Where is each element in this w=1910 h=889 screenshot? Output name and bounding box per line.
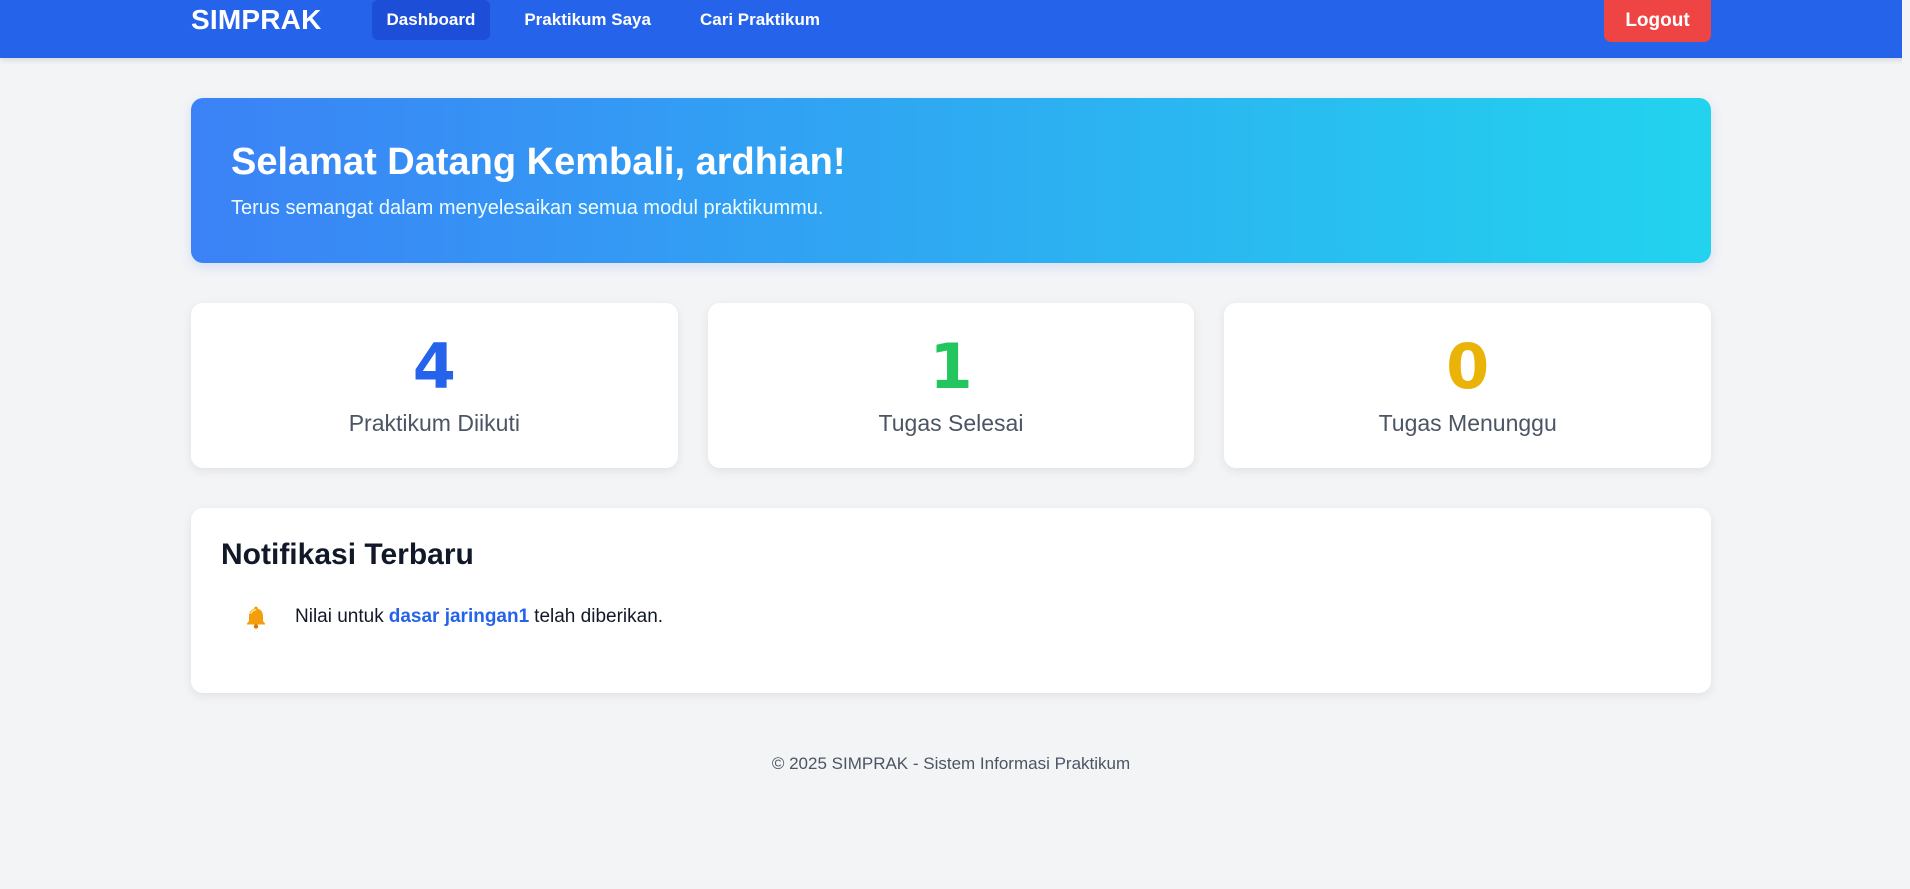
stat-value: 0: [1446, 329, 1490, 403]
notifications-title: Notifikasi Terbaru: [221, 538, 474, 571]
nav-link-dashboard[interactable]: Dashboard: [371, 0, 491, 40]
logout-button[interactable]: Logout: [1604, 0, 1711, 42]
stat-label: Tugas Selesai: [878, 409, 1024, 436]
notification-link[interactable]: dasar jaringan1: [389, 606, 529, 628]
navbar: SIMPRAK Dashboard Praktikum Saya Cari Pr…: [0, 0, 1910, 58]
welcome-subtitle: Terus semangat dalam menyelesaikan semua…: [231, 197, 824, 219]
stat-card-praktikum-diikuti: 4 Praktikum Diikuti: [191, 303, 678, 468]
brand-logo[interactable]: SIMPRAK: [191, 4, 322, 36]
notifications-panel: Notifikasi Terbaru Nilai untuk dasar jar…: [191, 508, 1711, 693]
navbar-inner: SIMPRAK Dashboard Praktikum Saya Cari Pr…: [191, 0, 1711, 42]
notification-item: Nilai untuk dasar jaringan1 telah diberi…: [243, 604, 1681, 630]
stat-label: Tugas Menunggu: [1378, 409, 1557, 436]
welcome-title: Selamat Datang Kembali, ardhian!: [231, 141, 846, 183]
nav-link-praktikum-saya[interactable]: Praktikum Saya: [509, 0, 666, 40]
stat-value: 1: [929, 329, 973, 403]
stat-card-tugas-menunggu: 0 Tugas Menunggu: [1224, 303, 1712, 468]
stats-row: 4 Praktikum Diikuti 1 Tugas Selesai 0 Tu…: [191, 303, 1712, 468]
stat-value: 4: [412, 329, 456, 403]
stat-card-tugas-selesai: 1 Tugas Selesai: [707, 303, 1195, 468]
stat-label: Praktikum Diikuti: [348, 409, 520, 436]
notification-prefix: Nilai untuk: [295, 606, 384, 627]
footer: © 2025 SIMPRAK - Sistem Informasi Prakti…: [771, 754, 1131, 773]
notification-suffix: telah diberikan.: [534, 606, 664, 627]
scrollbar[interactable]: [1902, 0, 1910, 889]
bell-icon: [243, 604, 269, 630]
welcome-banner: Selamat Datang Kembali, ardhian! Terus s…: [191, 98, 1711, 263]
page: SIMPRAK Dashboard Praktikum Saya Cari Pr…: [0, 0, 1910, 889]
nav-link-cari-praktikum[interactable]: Cari Praktikum: [685, 0, 835, 40]
